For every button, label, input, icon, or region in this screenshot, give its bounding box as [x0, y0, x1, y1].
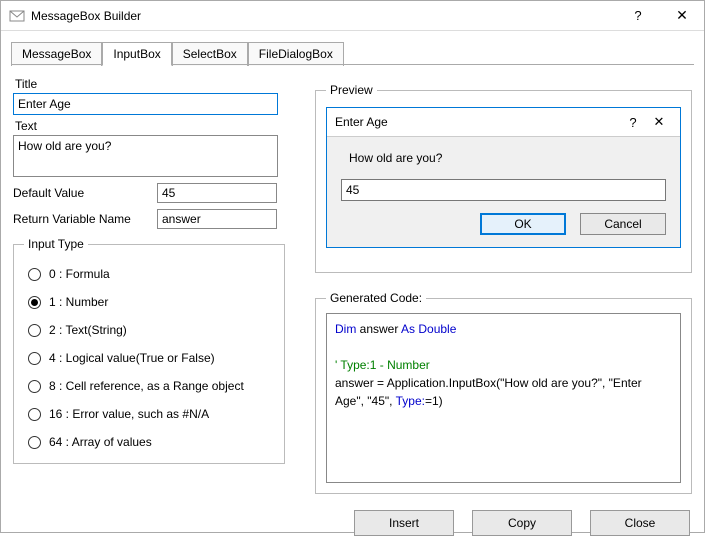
tab-messagebox[interactable]: MessageBox: [11, 42, 102, 66]
preview-close-icon[interactable]: ✕: [646, 114, 672, 130]
generated-code-group: Generated Code: Dim answer As Double ' T…: [315, 291, 692, 494]
tab-inputbox[interactable]: InputBox: [102, 42, 171, 66]
insert-button[interactable]: Insert: [354, 510, 454, 536]
text-input[interactable]: [13, 135, 278, 177]
preview-ok-button[interactable]: OK: [480, 213, 566, 235]
app-window: MessageBox Builder ? ✕ MessageBox InputB…: [0, 0, 705, 533]
preview-prompt: How old are you?: [349, 151, 666, 165]
radio-1-number[interactable]: 1 : Number: [28, 295, 274, 309]
preview-cancel-button[interactable]: Cancel: [580, 213, 666, 235]
generated-code-legend: Generated Code:: [326, 291, 426, 305]
return-variable-input[interactable]: [157, 209, 277, 229]
preview-help-icon[interactable]: ?: [620, 115, 646, 130]
input-type-legend: Input Type: [24, 237, 88, 251]
radio-2-text[interactable]: 2 : Text(String): [28, 323, 274, 337]
default-value-label: Default Value: [13, 186, 153, 200]
radio-0-formula[interactable]: 0 : Formula: [28, 267, 274, 281]
text-label: Text: [15, 119, 303, 133]
title-input[interactable]: [13, 93, 278, 115]
tab-filedialogbox[interactable]: FileDialogBox: [248, 42, 344, 66]
generated-code-box[interactable]: Dim answer As Double ' Type:1 - Number a…: [326, 313, 681, 483]
radio-16-error[interactable]: 16 : Error value, such as #N/A: [28, 407, 274, 421]
radio-4-logical[interactable]: 4 : Logical value(True or False): [28, 351, 274, 365]
titlebar: MessageBox Builder ? ✕: [1, 1, 704, 31]
preview-legend: Preview: [326, 83, 377, 97]
window-title: MessageBox Builder: [31, 9, 616, 23]
preview-group: Preview Enter Age ? ✕ How old are you? O…: [315, 83, 692, 273]
close-button[interactable]: Close: [590, 510, 690, 536]
tab-selectbox[interactable]: SelectBox: [172, 42, 248, 66]
copy-button[interactable]: Copy: [472, 510, 572, 536]
preview-dialog: Enter Age ? ✕ How old are you? OK Cancel: [326, 107, 681, 248]
help-button[interactable]: ?: [616, 1, 660, 30]
return-variable-label: Return Variable Name: [13, 212, 153, 226]
preview-title: Enter Age: [335, 115, 620, 129]
radio-8-range[interactable]: 8 : Cell reference, as a Range object: [28, 379, 274, 393]
input-type-group: Input Type 0 : Formula 1 : Number 2 : Te…: [13, 237, 285, 464]
default-value-input[interactable]: [157, 183, 277, 203]
app-icon: [9, 8, 25, 24]
tab-bar: MessageBox InputBox SelectBox FileDialog…: [1, 31, 704, 65]
title-label: Title: [15, 77, 303, 91]
preview-input[interactable]: [341, 179, 666, 201]
footer: Insert Copy Close: [1, 502, 704, 548]
radio-64-array[interactable]: 64 : Array of values: [28, 435, 274, 449]
close-window-button[interactable]: ✕: [660, 1, 704, 30]
